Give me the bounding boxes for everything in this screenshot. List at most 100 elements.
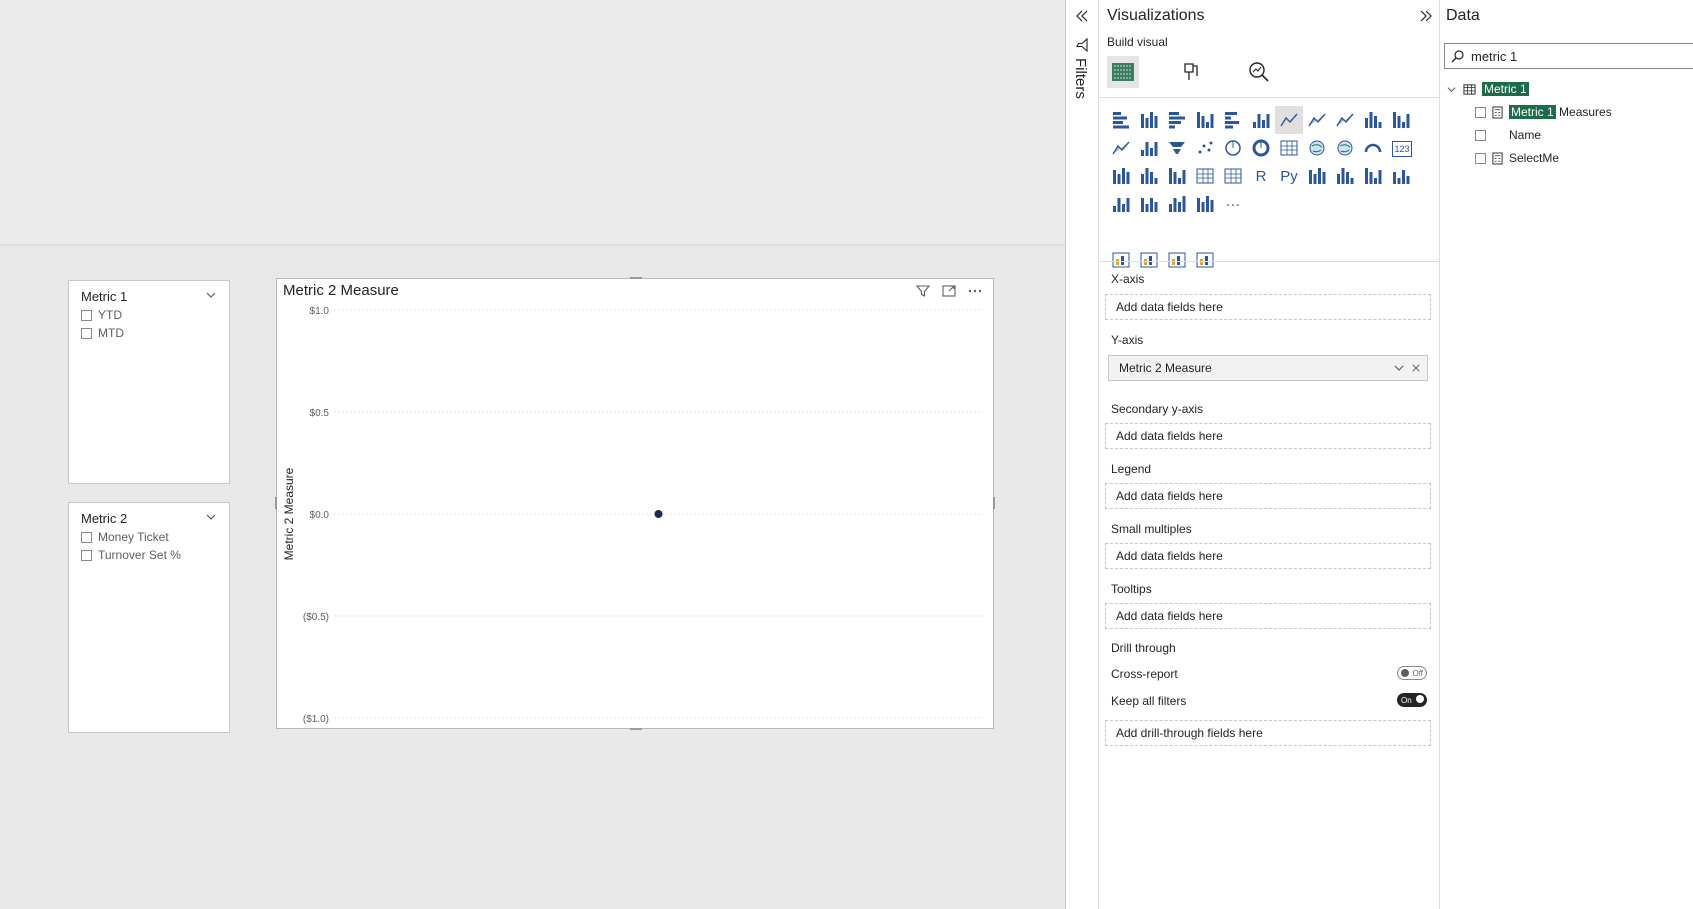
secondary-yaxis-well[interactable]: Add data fields here — [1105, 423, 1431, 449]
collapse-right-icon[interactable] — [1418, 8, 1434, 24]
field-item[interactable]: Metric 1 Measures — [1475, 105, 1612, 119]
paginated-visual-icon[interactable] — [1107, 190, 1135, 218]
stacked-bar-visual-icon[interactable] — [1107, 106, 1135, 134]
cross-report-toggle[interactable]: Off — [1397, 666, 1427, 680]
line-clustered-column-visual-icon[interactable] — [1359, 106, 1387, 134]
search-input[interactable]: metric 1 — [1444, 43, 1693, 69]
filters-label[interactable]: Filters — [1072, 58, 1089, 99]
slicer-item-mtd[interactable]: MTD — [81, 326, 124, 340]
line-stacked-column-visual-icon[interactable] — [1387, 106, 1415, 134]
checkbox[interactable] — [81, 327, 92, 339]
card-visual-icon[interactable]: 123 — [1392, 141, 1412, 157]
toggle-knob — [1401, 669, 1409, 677]
divider — [1099, 97, 1439, 98]
checkbox[interactable] — [1475, 152, 1486, 164]
data-point[interactable] — [654, 510, 663, 518]
y-axis-title: Metric 2 Measure — [282, 467, 296, 560]
chevron-down-icon[interactable] — [1393, 362, 1405, 374]
slicer-item-ytd[interactable]: YTD — [81, 308, 122, 322]
resize-handle[interactable] — [275, 497, 277, 509]
checkbox[interactable] — [81, 531, 92, 543]
collapse-left-icon[interactable] — [1074, 8, 1090, 24]
custom-image-visual-icon[interactable] — [1107, 246, 1135, 274]
treemap-visual-icon[interactable] — [1275, 134, 1303, 162]
keep-all-filters-toggle[interactable]: On — [1397, 693, 1427, 707]
slicer-item-turnover-set[interactable]: Turnover Set % — [81, 548, 181, 562]
slicer-item-money-ticket[interactable]: Money Ticket — [81, 530, 169, 544]
keep-all-filters-label: Keep all filters — [1111, 694, 1187, 708]
matrix-visual-icon[interactable] — [1219, 162, 1247, 190]
checkbox[interactable] — [1475, 129, 1486, 141]
100-stacked-column-visual-icon[interactable] — [1247, 106, 1275, 134]
slicer-title: Metric 2 — [81, 511, 128, 526]
custom-grid-visual-icon[interactable] — [1191, 246, 1219, 274]
pie-visual-icon[interactable] — [1219, 134, 1247, 162]
resize-handle[interactable] — [630, 277, 642, 279]
resize-handle[interactable] — [993, 497, 995, 509]
tab-build-visual[interactable] — [1107, 56, 1139, 88]
clustered-bar-visual-icon[interactable] — [1163, 106, 1191, 134]
yaxis-field[interactable]: Metric 2 Measure — [1119, 361, 1212, 375]
area-visual-icon[interactable] — [1303, 106, 1331, 134]
canvas-top-area — [0, 0, 1066, 246]
tab-format-visual[interactable] — [1175, 56, 1207, 88]
small-multiples-well[interactable]: Add data fields here — [1105, 543, 1431, 569]
custom-bars-visual-icon[interactable] — [1163, 246, 1191, 274]
custom-chart-visual-icon[interactable] — [1135, 246, 1163, 274]
gauge-visual-icon[interactable] — [1359, 134, 1387, 162]
report-canvas[interactable]: Metric 1 YTD MTD Metric 2 Money Ticket T… — [0, 0, 1066, 909]
tab-analytics[interactable] — [1243, 56, 1275, 88]
field-name: Name — [1509, 128, 1542, 142]
xaxis-well[interactable]: Add data fields here — [1105, 294, 1431, 320]
tooltips-well[interactable]: Add data fields here — [1105, 603, 1431, 629]
donut-visual-icon[interactable] — [1247, 134, 1275, 162]
slicer-metric-1[interactable]: Metric 1 YTD MTD — [68, 280, 230, 484]
resize-handle[interactable] — [630, 728, 642, 730]
table-visual-icon[interactable] — [1191, 162, 1219, 190]
divider — [1099, 261, 1439, 262]
python-visual-visual-icon[interactable]: Py — [1275, 162, 1303, 190]
chevron-down-icon[interactable] — [205, 511, 217, 523]
clustered-column-visual-icon[interactable] — [1191, 106, 1219, 134]
qa-visual-icon[interactable] — [1359, 162, 1387, 190]
remove-field-icon[interactable] — [1411, 363, 1421, 373]
checkbox[interactable] — [81, 309, 92, 321]
kpi-visual-icon[interactable] — [1135, 162, 1163, 190]
100-stacked-bar-visual-icon[interactable] — [1219, 106, 1247, 134]
scatter-visual-icon[interactable] — [1191, 134, 1219, 162]
power-apps-visual-icon[interactable] — [1135, 190, 1163, 218]
tooltips-label: Tooltips — [1111, 582, 1152, 596]
field-item[interactable]: Name — [1475, 128, 1541, 142]
waterfall-visual-icon[interactable] — [1135, 134, 1163, 162]
r-visual-visual-icon[interactable]: R — [1247, 162, 1275, 190]
stacked-column-visual-icon[interactable] — [1135, 106, 1163, 134]
slicer-metric-2[interactable]: Metric 2 Money Ticket Turnover Set % — [68, 502, 230, 733]
key-influencers-visual-icon[interactable] — [1303, 162, 1331, 190]
ribbon-visual-icon[interactable] — [1107, 134, 1135, 162]
decomposition-tree-visual-icon[interactable] — [1331, 162, 1359, 190]
chevron-down-icon[interactable] — [1446, 84, 1457, 95]
multi-row-card-visual-icon[interactable] — [1107, 162, 1135, 190]
checkbox[interactable] — [81, 549, 92, 561]
map-visual-icon[interactable] — [1303, 134, 1331, 162]
table-icon — [1463, 83, 1476, 95]
scatter-chart-visual[interactable]: Metric 2 Measure $1.0 $0.5 $0.0 ($0.5) ($1.0… — [275, 277, 995, 730]
drill-through-well[interactable]: Add drill-through fields here — [1105, 720, 1431, 746]
field-item[interactable]: SelectMe — [1475, 151, 1559, 165]
funnel-visual-icon[interactable] — [1163, 134, 1191, 162]
slicer-visual-icon[interactable] — [1163, 162, 1191, 190]
stacked-area-visual-icon[interactable] — [1331, 106, 1359, 134]
line-visual-icon[interactable] — [1275, 106, 1303, 134]
smart-narrative-visual-icon[interactable] — [1387, 162, 1415, 190]
table-node-metric-1[interactable]: Metric 1 — [1446, 82, 1529, 96]
filled-map-visual-icon[interactable] — [1331, 134, 1359, 162]
legend-well[interactable]: Add data fields here — [1105, 483, 1431, 509]
checkbox[interactable] — [1475, 106, 1486, 118]
yaxis-well[interactable]: Metric 2 Measure — [1108, 355, 1428, 381]
chevron-down-icon[interactable] — [205, 289, 217, 301]
filters-pane-collapsed[interactable]: Filters — [1066, 0, 1099, 909]
power-automate-visual-icon[interactable] — [1163, 190, 1191, 218]
more-visual-icon[interactable]: ··· — [1219, 190, 1247, 218]
goals-visual-icon[interactable] — [1191, 190, 1219, 218]
format-brush-icon — [1184, 63, 1198, 80]
